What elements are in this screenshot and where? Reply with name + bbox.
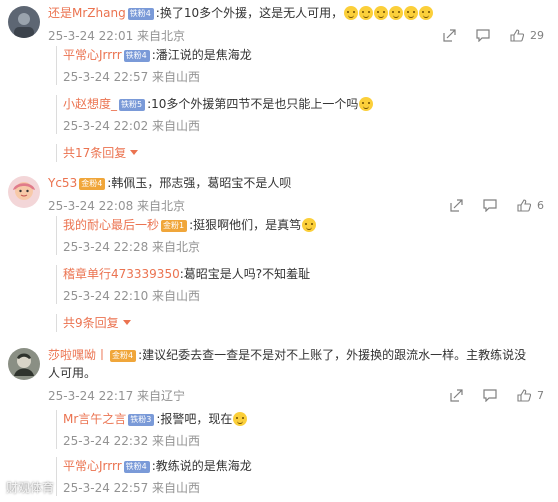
username-link[interactable]: 小赵想度_ bbox=[63, 97, 117, 111]
timestamp: 25-3-24 22:02 来自山西 bbox=[63, 119, 201, 133]
comment-text-line: 还是MrZhang 铁粉4:换了10多个外援，这是无人可用， bbox=[48, 4, 550, 22]
username-link[interactable]: 稽章单行473339350 bbox=[63, 267, 180, 281]
username-link[interactable]: 我的耐心最后一秒 bbox=[63, 218, 159, 232]
timestamp: 25-3-24 22:01 来自北京 bbox=[48, 29, 186, 43]
reply-text: :潘江说的是焦海龙 bbox=[151, 48, 252, 62]
reply: 平常心Jrrrr 铁粉4:教练说的是焦海龙 25-3-24 22:57 来自山西 bbox=[56, 457, 546, 496]
more-replies-link[interactable]: 共9条回复 bbox=[56, 314, 546, 332]
comment-actions: 29 bbox=[423, 29, 544, 45]
share-icon[interactable] bbox=[450, 389, 463, 402]
reply-text: :10多个外援第四节不是也只能上一个吗 bbox=[147, 97, 359, 111]
avatar[interactable] bbox=[8, 176, 40, 208]
timestamp: 25-3-24 22:57 来自山西 bbox=[63, 70, 201, 84]
comment-text: :韩佩玉，邢志强，葛昭宝不是人呗 bbox=[107, 176, 292, 190]
username-link[interactable]: Yc53 bbox=[48, 176, 77, 190]
fan-badge: 金粉1 bbox=[161, 220, 188, 232]
reply-text: :教练说的是焦海龙 bbox=[151, 459, 252, 473]
reply-text: :葛昭宝是人吗?不知羞耻 bbox=[179, 267, 311, 281]
emoji-icon bbox=[359, 97, 374, 111]
username-link[interactable]: 莎啦嘿呦丨 bbox=[48, 348, 108, 362]
like-count: 7 bbox=[537, 389, 544, 402]
emoji-icon bbox=[359, 6, 374, 20]
emoji-icon bbox=[344, 6, 359, 20]
more-replies-link[interactable]: 共17条回复 bbox=[56, 144, 546, 162]
comment-text: :换了10多个外援，这是无人可用， bbox=[155, 6, 344, 20]
comment-icon[interactable] bbox=[476, 29, 490, 43]
fan-badge: 铁粉3 bbox=[128, 414, 155, 426]
fan-badge: 铁粉5 bbox=[119, 99, 146, 111]
like-count: 6 bbox=[537, 199, 544, 212]
fan-badge: 金粉4 bbox=[79, 178, 106, 190]
avatar[interactable] bbox=[8, 6, 40, 38]
reply: Mr言午之言 铁粉3:报警吧，现在 25-3-24 22:32 来自山西 bbox=[56, 410, 546, 449]
like-icon[interactable] bbox=[517, 389, 532, 402]
emoji-icon bbox=[389, 6, 404, 20]
fan-badge: 铁粉4 bbox=[123, 461, 150, 473]
fan-badge: 铁粉4 bbox=[123, 50, 150, 62]
comment-actions: 6 bbox=[430, 199, 544, 215]
reply: 小赵想度_ 铁粉5:10多个外援第四节不是也只能上一个吗 25-3-24 22:0… bbox=[56, 95, 546, 134]
fan-badge: 金粉4 bbox=[110, 350, 137, 362]
comment-icon[interactable] bbox=[483, 389, 497, 403]
timestamp: 25-3-24 22:32 来自山西 bbox=[63, 434, 201, 448]
emoji-icon bbox=[302, 218, 317, 232]
username-link[interactable]: Mr言午之言 bbox=[63, 412, 126, 426]
reply: 我的耐心最后一秒 金粉1:挺狠啊他们，是真笃 25-3-24 22:28 来自北京 bbox=[56, 216, 546, 255]
reply-text: :报警吧，现在 bbox=[156, 412, 233, 426]
username-link[interactable]: 平常心Jrrrr bbox=[63, 459, 122, 473]
like-icon[interactable] bbox=[510, 29, 525, 42]
like-icon[interactable] bbox=[517, 199, 532, 212]
emoji-icon bbox=[404, 6, 419, 20]
chevron-down-icon bbox=[122, 320, 131, 325]
emoji-icon bbox=[233, 412, 248, 426]
comment-icon[interactable] bbox=[483, 199, 497, 213]
reply-text: :挺狠啊他们，是真笃 bbox=[189, 218, 302, 232]
username-link[interactable]: 还是MrZhang bbox=[48, 6, 126, 20]
chevron-down-icon bbox=[130, 150, 139, 155]
timestamp: 25-3-24 22:28 来自北京 bbox=[63, 240, 201, 254]
username-link[interactable]: 平常心Jrrrr bbox=[63, 48, 122, 62]
reply: 平常心Jrrrr 铁粉4:潘江说的是焦海龙 25-3-24 22:57 来自山西 bbox=[56, 46, 546, 85]
share-icon[interactable] bbox=[443, 29, 456, 42]
share-icon[interactable] bbox=[450, 199, 463, 212]
emoji-icon bbox=[419, 6, 434, 20]
timestamp: 25-3-24 22:10 来自山西 bbox=[63, 289, 201, 303]
watermark: 财观体育 bbox=[6, 481, 55, 495]
timestamp: 25-3-24 22:57 来自山西 bbox=[63, 481, 201, 495]
like-count: 29 bbox=[530, 29, 544, 42]
fan-badge: 铁粉4 bbox=[127, 8, 154, 20]
emoji-icon bbox=[374, 6, 389, 20]
comment-actions: 7 bbox=[430, 389, 544, 405]
reply: 稽章单行473339350:葛昭宝是人吗?不知羞耻 25-3-24 22:10 … bbox=[56, 265, 546, 304]
avatar[interactable] bbox=[8, 348, 40, 380]
